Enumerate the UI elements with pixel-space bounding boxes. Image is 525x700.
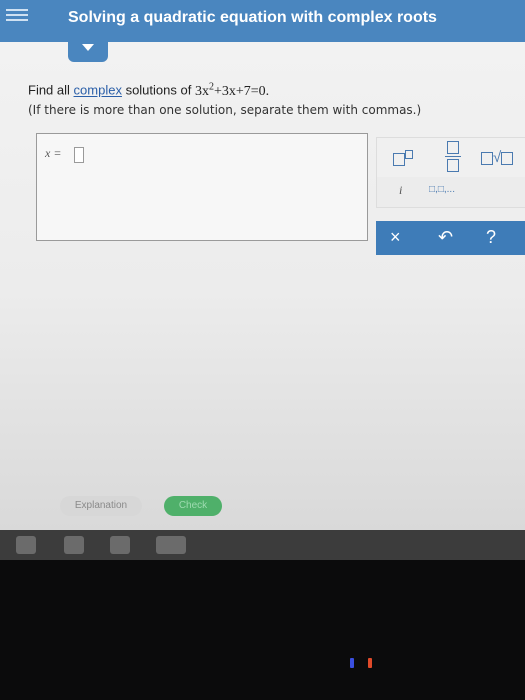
fraction-key[interactable] [445, 141, 461, 172]
check-button[interactable]: Check [164, 496, 222, 516]
taskbar-app-icon[interactable] [110, 536, 130, 554]
question-prefix: Find all [28, 82, 74, 98]
keypad-row-templates: √ [376, 137, 525, 179]
keypad-action-bar: × ↶ ? [376, 221, 525, 255]
keypad-row-symbols: i □,□,... [376, 177, 525, 208]
chevron-down-icon [82, 44, 94, 51]
eq-term-b: +3x+7=0. [213, 83, 270, 99]
taskbar [0, 530, 525, 560]
status-led [368, 658, 372, 668]
eq-term-a: 3x [194, 83, 209, 99]
collapse-tab[interactable] [68, 36, 108, 62]
list-key[interactable]: □,□,... [429, 184, 455, 195]
status-led [350, 658, 354, 668]
complex-link[interactable]: complex [74, 83, 122, 98]
answer-cursor-field[interactable] [74, 147, 84, 163]
page-title: Solving a quadratic equation with comple… [68, 9, 437, 26]
app-screen: Solving a quadratic equation with comple… [0, 0, 525, 530]
help-button[interactable]: ? [486, 227, 496, 248]
clear-button[interactable]: × [390, 227, 401, 248]
sqrt-key[interactable]: √ [481, 149, 514, 166]
question-note: (If there is more than one solution, sep… [28, 102, 422, 117]
taskbar-app-icon[interactable] [156, 536, 186, 554]
answer-input-area[interactable]: x = [36, 133, 368, 241]
explanation-button[interactable]: Explanation [60, 496, 142, 516]
undo-button[interactable]: ↶ [438, 227, 453, 248]
taskbar-app-icon[interactable] [16, 536, 36, 554]
question-text: Find all complex solutions of 3x2+3x+7=0… [28, 78, 518, 119]
taskbar-app-icon[interactable] [64, 536, 84, 554]
imaginary-unit-key[interactable]: i [399, 183, 402, 198]
math-keypad: √ i □,□,... × ↶ ? [376, 137, 525, 257]
equation: 3x2+3x+7=0. [194, 81, 270, 99]
answer-label: x = [45, 146, 62, 160]
question-middle: solutions of [121, 82, 195, 98]
menu-icon[interactable] [6, 6, 28, 28]
exponent-key[interactable] [393, 150, 413, 166]
